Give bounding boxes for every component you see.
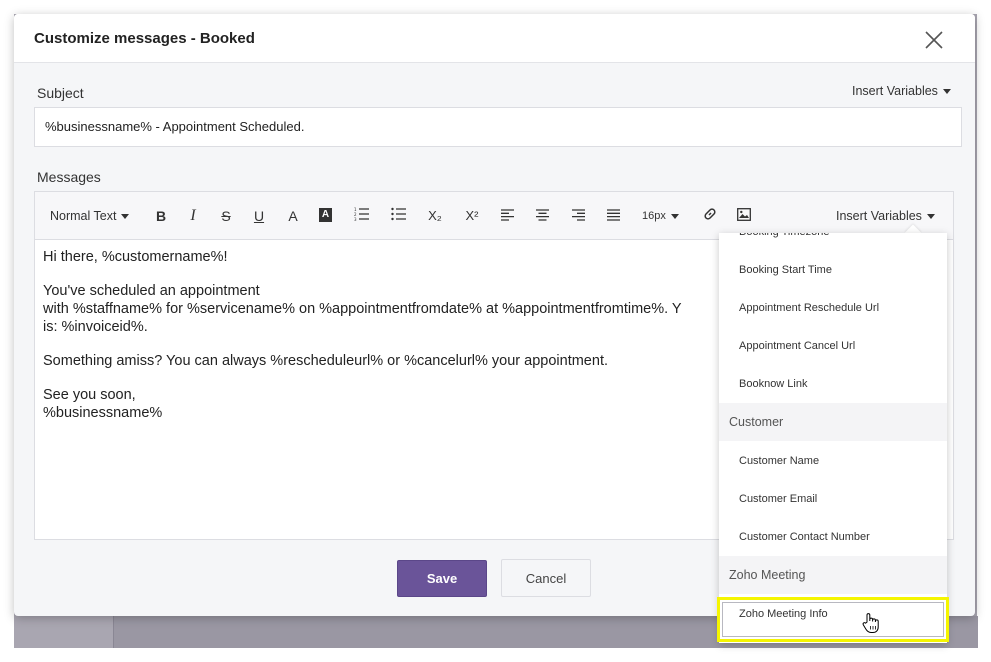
subscript-icon[interactable]: X₂ bbox=[426, 206, 444, 226]
modal-header: Customize messages - Booked bbox=[14, 14, 975, 63]
chevron-down-icon bbox=[121, 214, 130, 220]
format-select[interactable]: Normal Text bbox=[50, 206, 136, 226]
variable-appointment-cancel-url[interactable]: Appointment Cancel Url bbox=[719, 327, 947, 365]
messages-label: Messages bbox=[37, 169, 101, 185]
variable-booking-start-time[interactable]: Booking Start Time bbox=[719, 251, 947, 289]
align-center-icon[interactable] bbox=[535, 206, 549, 226]
insert-variables-label: Insert Variables bbox=[852, 84, 938, 98]
font-size-label: 16px bbox=[642, 210, 666, 222]
align-left-icon[interactable] bbox=[500, 206, 514, 226]
message-line: You've scheduled an appointment with %st… bbox=[43, 283, 682, 335]
close-icon[interactable] bbox=[922, 28, 946, 52]
editor-content[interactable]: Hi there, %customername%! You've schedul… bbox=[43, 248, 733, 438]
chevron-down-icon bbox=[926, 214, 935, 220]
variable-customer-contact-number[interactable]: Customer Contact Number bbox=[719, 518, 947, 556]
insert-variables-dropdown: Booking Timezone Booking Start Time Appo… bbox=[719, 233, 947, 643]
highlight-icon[interactable]: A bbox=[319, 208, 332, 222]
editor-insert-variables[interactable]: Insert Variables bbox=[836, 206, 946, 226]
superscript-icon[interactable]: X² bbox=[463, 206, 481, 226]
underline-icon[interactable]: U bbox=[251, 206, 267, 226]
justify-icon[interactable] bbox=[606, 206, 620, 226]
cancel-button[interactable]: Cancel bbox=[501, 559, 591, 597]
message-line: See you soon, %businessname% bbox=[43, 387, 163, 421]
subject-insert-variables[interactable]: Insert Variables bbox=[852, 84, 951, 98]
hand-cursor-icon bbox=[862, 612, 880, 634]
variable-customer-email[interactable]: Customer Email bbox=[719, 480, 947, 518]
subject-label: Subject bbox=[37, 85, 84, 101]
variable-booking-timezone[interactable]: Booking Timezone bbox=[719, 233, 947, 251]
unordered-list-icon[interactable] bbox=[390, 206, 408, 226]
svg-text:3: 3 bbox=[354, 217, 357, 221]
message-line: Hi there, %customername%! bbox=[43, 249, 228, 265]
ordered-list-icon[interactable]: 123 bbox=[353, 206, 371, 226]
group-customer: Customer bbox=[719, 403, 947, 441]
font-size-select[interactable]: 16px bbox=[642, 206, 682, 226]
format-select-label: Normal Text bbox=[50, 209, 117, 223]
zoho-meeting-info-label: Zoho Meeting Info bbox=[739, 608, 828, 620]
subject-input[interactable]: %businessname% - Appointment Scheduled. bbox=[34, 107, 962, 147]
font-color-icon[interactable]: A bbox=[285, 206, 301, 226]
variable-customer-name[interactable]: Customer Name bbox=[719, 442, 947, 480]
message-line: Something amiss? You can always %resched… bbox=[43, 353, 608, 369]
strikethrough-icon[interactable]: S bbox=[218, 206, 234, 226]
group-zoho-meeting: Zoho Meeting bbox=[719, 556, 947, 594]
save-button[interactable]: Save bbox=[397, 560, 487, 597]
align-right-icon[interactable] bbox=[571, 206, 585, 226]
italic-icon[interactable]: I bbox=[185, 206, 201, 226]
image-icon[interactable] bbox=[736, 206, 752, 226]
variable-appointment-reschedule-url[interactable]: Appointment Reschedule Url bbox=[719, 289, 947, 327]
variable-booknow-link[interactable]: Booknow Link bbox=[719, 365, 947, 403]
chevron-down-icon bbox=[942, 89, 951, 95]
link-icon[interactable] bbox=[702, 206, 718, 226]
modal-title: Customize messages - Booked bbox=[34, 30, 255, 47]
bold-icon[interactable]: B bbox=[153, 206, 169, 226]
chevron-down-icon bbox=[670, 213, 679, 219]
insert-variables-label: Insert Variables bbox=[836, 209, 922, 223]
